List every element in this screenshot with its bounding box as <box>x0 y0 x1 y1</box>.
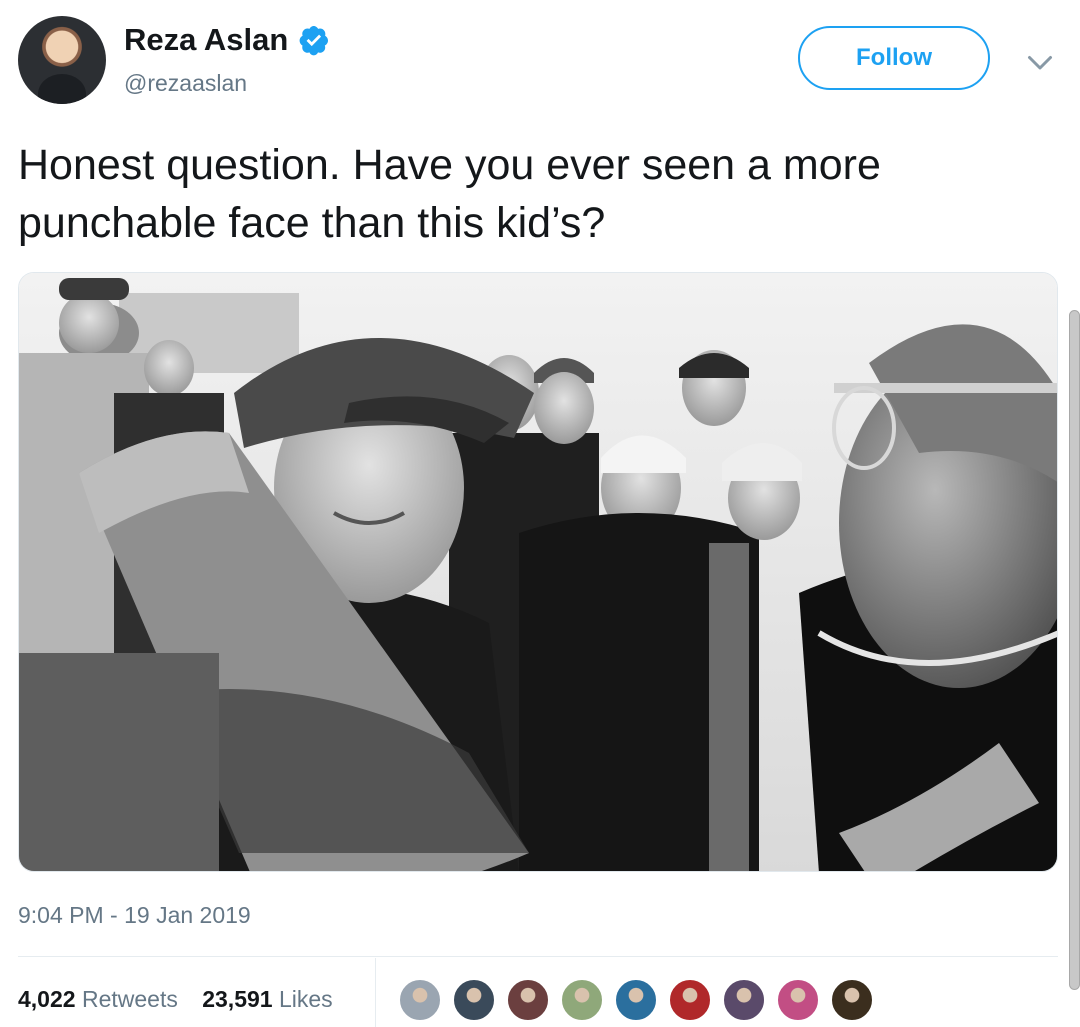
scrollbar-thumb[interactable] <box>1069 310 1080 990</box>
divider <box>18 956 1058 957</box>
likes-count: 23,591 <box>202 986 273 1012</box>
likes-label: Likes <box>278 986 333 1012</box>
liker-avatar[interactable] <box>452 978 496 1022</box>
author-handle[interactable]: @rezaaslan <box>124 70 247 97</box>
likes-stat[interactable]: 23,591 Likes <box>202 986 332 1012</box>
liker-avatar[interactable] <box>398 978 442 1022</box>
liker-avatar[interactable] <box>830 978 874 1022</box>
liker-avatar[interactable] <box>668 978 712 1022</box>
follow-button[interactable]: Follow <box>798 26 990 90</box>
liker-avatar[interactable] <box>614 978 658 1022</box>
liker-avatar[interactable] <box>506 978 550 1022</box>
author-name[interactable]: Reza Aslan <box>124 22 288 58</box>
liker-avatar[interactable] <box>560 978 604 1022</box>
stats-separator <box>375 958 376 1027</box>
liker-avatar[interactable] <box>722 978 766 1022</box>
tweet-header: Reza Aslan @rezaaslan Follow <box>0 0 1080 120</box>
tweet-text: Honest question. Have you ever seen a mo… <box>18 141 881 247</box>
photo-scene <box>19 273 1057 871</box>
retweets-stat[interactable]: 4,022 Retweets <box>18 986 178 1012</box>
author-avatar[interactable] <box>18 16 106 104</box>
retweets-count: 4,022 <box>18 986 76 1012</box>
tweet-photo[interactable] <box>18 272 1058 872</box>
retweets-label: Retweets <box>81 986 178 1012</box>
chevron-down-icon[interactable] <box>1022 44 1058 80</box>
verified-badge-icon <box>299 26 328 56</box>
liker-avatar[interactable] <box>776 978 820 1022</box>
tweet-stats: 4,022 Retweets 23,591 Likes <box>18 986 351 1013</box>
tweet-timestamp[interactable]: 9:04 PM - 19 Jan 2019 <box>18 902 251 929</box>
